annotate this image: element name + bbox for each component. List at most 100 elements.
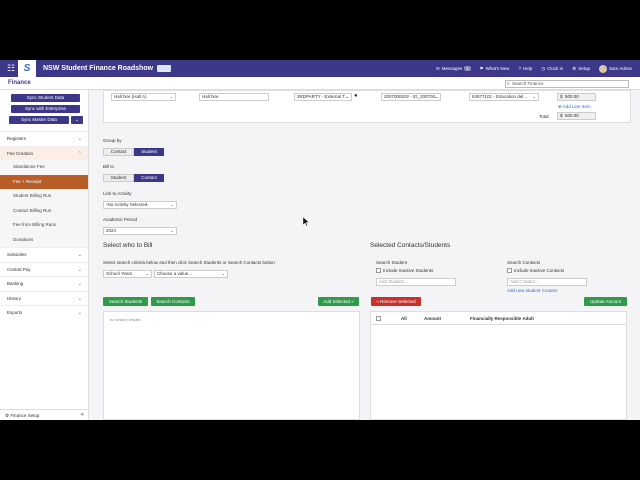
col-amount-header: Amount [424,316,441,321]
sidebar-item-subsidies[interactable]: Subsidies ⌄ [0,247,88,262]
sidebar-item-fee-creation[interactable]: Fee Creation ⌃ [0,145,88,160]
sidebar-item-standalone-fee[interactable]: Standalone Fee [0,160,88,175]
account-select[interactable]: 63977101 - Education del... ⌄ [469,93,539,101]
info-icon[interactable]: ● [354,93,358,99]
gear-icon: ⚙ [5,413,10,418]
search-students-button[interactable]: Search Students [103,297,148,306]
group-by-student-toggle[interactable]: Student [134,148,164,156]
collapse-sidebar-icon[interactable]: « [81,410,84,420]
help-button[interactable]: ? Help [518,66,532,71]
message-icon: ✉ [435,65,440,71]
remove-selected-button[interactable]: « Remove Selected [371,297,421,306]
update-amount-button[interactable]: Update Amount [584,297,627,306]
sidebar-item-label: Fee Creation [7,150,34,156]
item-select[interactable]: Hall hire (Hall A) ⌄ [111,93,176,101]
academic-period-value: 2024 [106,228,117,233]
description-input[interactable]: Hall hire [199,93,269,101]
sync-master-data-button[interactable]: Sync Master Data [9,116,69,124]
filter-value-select[interactable]: Choose a value... ⌄ [154,270,228,278]
search-contacts-button[interactable]: Search Contacts [151,297,195,306]
sidebar-item-history[interactable]: History ⌄ [0,290,88,306]
sidebar-item-donations[interactable]: Donations [0,232,88,247]
sidebar-item-central-pay[interactable]: Central Pay ⌄ [0,261,88,277]
third-party-value: 3RDPARTY - External T... [297,94,349,99]
third-party-select[interactable]: 3RDPARTY - External T... ⌄ [294,93,352,101]
add-student-placeholder: Add Student... [379,279,408,284]
sidebar-item-student-billing-run[interactable]: Student Billing Run [0,189,88,204]
messages-button[interactable]: ✉ Messages 3 [436,66,471,72]
app-title: NSW Student Finance Roadshow [43,65,154,72]
sidebar-item-label: Subsidies [7,252,27,257]
whats-new-label: What's New [485,66,510,71]
search-contacts-label: Search Contacts [507,260,541,265]
code-select[interactable]: 2007000002 - ID_200700... ⌄ [381,93,441,101]
add-new-student-contact-link[interactable]: Add new student Contact [507,288,557,293]
bill-to-contact-toggle[interactable]: Contact [134,174,164,182]
account-value: 63977101 - Education del... [472,94,528,99]
chevron-down-icon: ⌄ [221,271,225,276]
sidebar-item-registers[interactable]: Registers ⌄ [0,131,88,146]
include-inactive-contacts-checkbox[interactable] [507,268,512,273]
add-contact-input[interactable]: Add Contact... [507,278,587,286]
fee-line-items-card: Hall hire (Hall A) ⌄ Hall hire 3RDPARTY -… [103,90,631,123]
setup-button[interactable]: ⚙ Setup [572,66,590,72]
include-inactive-students-checkbox[interactable] [376,268,381,273]
sidebar-item-fee-from-billing-runs[interactable]: Fee from Billing Runs [0,218,88,233]
clock-in-button[interactable]: ◷ Clock in [541,66,563,72]
finance-setup-link[interactable]: ⚙ Finance Setup « [0,409,89,420]
finance-search-input[interactable]: ⌕ Search Finance [505,80,629,88]
no-results-text: no search results [110,317,141,322]
chevron-down-icon: ⌄ [169,94,173,99]
chevron-down-icon[interactable]: ⌄ [71,116,83,124]
sidebar-item-exports[interactable]: Exports ⌄ [0,305,88,320]
description-value: Hall hire [202,94,219,99]
chevron-down-icon: ⌄ [77,136,82,142]
add-line-item-button[interactable]: ⊕ Add Line Item [558,104,591,110]
clock-in-label: Clock in [547,66,564,71]
add-student-input[interactable]: Add Student... [376,278,456,286]
chevron-down-icon: ⌄ [77,310,82,316]
whats-new-button[interactable]: ⚑ What's New [480,66,510,72]
top-nav: ✉ Messages 3 ⚑ What's New ? Help ◷ Clock in ⚙… [436,64,632,73]
app-screen: ☷ S NSW Student Finance Roadshow ✉ Messag… [0,60,640,420]
app-logo[interactable]: S [18,60,36,77]
bill-to-student-toggle[interactable]: Student [103,174,134,182]
user-name: Sam Admin [608,66,632,71]
add-selected-button[interactable]: Add Selected » [318,297,359,306]
academic-period-select[interactable]: 2024 ⌄ [103,227,177,235]
link-activity-select[interactable]: -No Activity Selected- ⌄ [103,201,177,209]
amount-input[interactable]: $ 500.00 [557,93,596,101]
group-by-contact-toggle[interactable]: Contact [103,148,134,156]
sidebar-item-label: Banking [7,281,24,286]
top-bar: ☷ S NSW Student Finance Roadshow ✉ Messag… [0,60,640,77]
sidebar-item-fee-receipt[interactable]: Fee + Receipt [0,174,88,189]
filter-type-select[interactable]: School Years ⌄ [103,270,152,278]
messages-count-badge: 3 [464,66,471,71]
amount-currency: $ [560,94,563,99]
total-value: 500.00 [565,113,579,118]
chevron-down-icon: ⌄ [532,94,536,99]
sidebar-item-banking[interactable]: Banking ⌄ [0,276,88,291]
select-who-heading: Select who to Bill [103,242,153,249]
clock-icon: ◷ [541,65,546,71]
sidebar-item-label: Central Pay [7,266,31,272]
sidebar-item-contact-billing-run[interactable]: Contact Billing Run [0,203,88,218]
bill-to-label: Bill to [103,164,115,169]
chevron-up-icon: ⌃ [77,150,82,157]
search-results-panel: no search results [103,311,360,420]
add-contact-placeholder: Add Contact... [510,279,539,284]
sidebar: Sync Student Data Sync with Enterprise S… [0,90,89,420]
chevron-down-icon: ⌄ [77,281,82,287]
megaphone-icon: ⚑ [479,65,484,71]
finance-search-placeholder: Search Finance [512,81,544,86]
app-grid-icon[interactable]: ☷ [4,60,18,77]
user-menu[interactable]: Sam Admin [598,64,632,73]
sync-enterprise-button[interactable]: Sync with Enterprise [11,105,80,113]
plus-circle-icon: ⊕ [558,104,562,109]
sync-student-data-button[interactable]: Sync Student Data [11,94,80,102]
chevron-down-icon: ⌄ [77,252,82,258]
search-student-label: Search Student [376,260,408,265]
select-all-checkbox[interactable] [376,316,381,321]
link-activity-label: Link to Activity [103,191,132,196]
sidebar-item-label: Registers [7,136,27,141]
